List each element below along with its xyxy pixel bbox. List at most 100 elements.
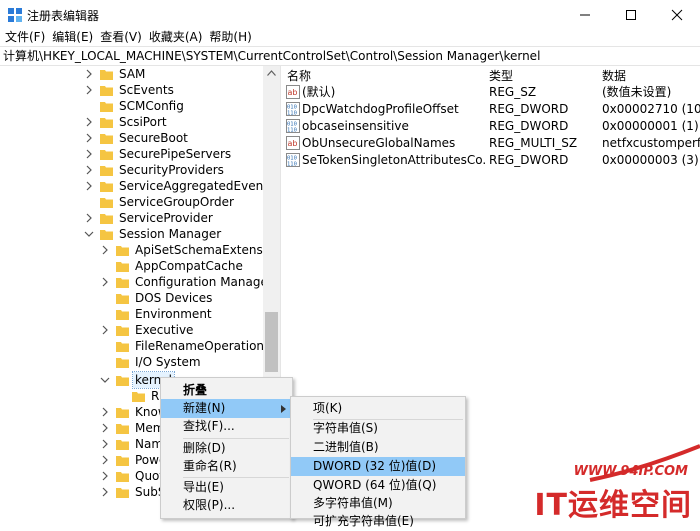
close-button[interactable] <box>654 0 700 30</box>
submenu-expandable-string-value[interactable]: 可扩充字符串值(E) <box>291 512 465 531</box>
tree-item[interactable]: Environment <box>100 306 214 322</box>
chevron-right-icon[interactable] <box>100 423 110 433</box>
tree-item[interactable]: I/O System <box>100 354 203 370</box>
window-title: 注册表编辑器 <box>27 9 100 23</box>
tree-item[interactable]: ServiceProvider <box>84 210 215 226</box>
chevron-right-icon <box>281 405 286 413</box>
menu-view[interactable]: 查看(V) <box>98 30 144 46</box>
chevron-right-icon[interactable] <box>84 85 94 95</box>
folder-icon <box>100 197 113 208</box>
binary-value-icon: 010110 <box>286 102 300 116</box>
tree-item-label: SAM <box>119 67 146 81</box>
scroll-up-icon[interactable] <box>267 70 276 76</box>
context-delete[interactable]: 删除(D) <box>161 439 292 458</box>
folder-icon <box>116 309 129 320</box>
tree-item[interactable]: ServiceGroupOrder <box>84 194 236 210</box>
value-data: netfxcustomperfc <box>602 136 700 150</box>
menu-file[interactable]: 文件(F) <box>3 30 47 46</box>
context-collapse[interactable]: 折叠 <box>161 381 292 400</box>
svg-text:ab: ab <box>288 88 298 97</box>
submenu-key[interactable]: 项(K) <box>291 399 465 418</box>
maximize-button[interactable] <box>608 0 654 30</box>
folder-icon <box>100 213 113 224</box>
tree-item[interactable]: Executive <box>100 322 195 338</box>
tree-item[interactable]: ServiceAggregatedEvents <box>84 178 276 194</box>
chevron-right-icon[interactable] <box>84 117 94 127</box>
tree-item[interactable]: SecurityProviders <box>84 162 226 178</box>
value-name: obcaseinsensitive <box>302 119 409 133</box>
chevron-down-icon[interactable] <box>84 229 94 239</box>
column-header-data[interactable]: 数据 <box>602 67 626 84</box>
chevron-right-icon[interactable] <box>84 133 94 143</box>
tree-item-label: ServiceAggregatedEvents <box>119 179 275 193</box>
context-export[interactable]: 导出(E) <box>161 478 292 497</box>
tree-item[interactable]: ScEvents <box>84 82 176 98</box>
tree-item[interactable]: DOS Devices <box>100 290 214 306</box>
address-bar[interactable]: 计算机\HKEY_LOCAL_MACHINE\SYSTEM\CurrentCon… <box>0 46 700 66</box>
column-header-type[interactable]: 类型 <box>489 67 513 84</box>
chevron-right-icon[interactable] <box>100 407 110 417</box>
submenu-dword-value[interactable]: DWORD (32 位)值(D) <box>291 457 465 476</box>
context-permissions[interactable]: 权限(P)... <box>161 496 292 515</box>
folder-icon <box>116 245 129 256</box>
chevron-right-icon[interactable] <box>100 439 110 449</box>
chevron-right-icon[interactable] <box>100 277 110 287</box>
value-row[interactable]: 010 110 SeTokenSingletonAttributesCo... R… <box>284 152 700 169</box>
svg-text:ab: ab <box>288 139 298 148</box>
column-header-name[interactable]: 名称 <box>287 67 311 84</box>
tree-item-label: ServiceProvider <box>119 211 213 225</box>
submenu-multi-string-value[interactable]: 多字符串值(M) <box>291 494 465 513</box>
value-type: REG_DWORD <box>489 153 569 167</box>
tree-item[interactable]: FileRenameOperations <box>100 338 272 354</box>
context-menu: 折叠 新建(N) 查找(F)... 删除(D) 重命名(R) 导出(E) 权限(… <box>160 377 293 519</box>
minimize-button[interactable] <box>562 0 608 30</box>
tree-item[interactable]: AppCompatCache <box>100 258 245 274</box>
scrollbar-thumb[interactable] <box>265 312 278 372</box>
tree-item[interactable]: SCMConfig <box>84 98 186 114</box>
close-icon <box>671 9 683 21</box>
chevron-right-icon[interactable] <box>84 149 94 159</box>
tree-item[interactable]: SAM <box>84 66 147 82</box>
chevron-down-icon[interactable] <box>100 375 110 385</box>
submenu-binary-value[interactable]: 二进制值(B) <box>291 438 465 457</box>
string-value-icon: ab <box>286 136 300 150</box>
new-submenu: 项(K) 字符串值(S) 二进制值(B) DWORD (32 位)值(D) QW… <box>290 396 466 528</box>
tree-item-label: ScsiPort <box>119 115 167 129</box>
string-value-icon: ab <box>286 85 300 99</box>
menu-help[interactable]: 帮助(H) <box>207 30 253 46</box>
tree-item-expanded[interactable]: Session Manager <box>84 226 223 242</box>
tree-item-label: SecurePipeServers <box>119 147 232 161</box>
tree-item[interactable]: ApiSetSchemaExtensions <box>100 242 280 258</box>
tree-item[interactable]: Configuration Manager <box>100 274 275 290</box>
menu-favorites[interactable]: 收藏夹(A) <box>147 30 205 46</box>
context-new[interactable]: 新建(N) <box>161 399 292 418</box>
submenu-qword-value[interactable]: QWORD (64 位)值(Q) <box>291 476 465 495</box>
folder-icon <box>116 357 129 368</box>
chevron-right-icon[interactable] <box>100 455 110 465</box>
value-row[interactable]: 010 110 DpcWatchdogProfileOffset REG_DWOR… <box>284 101 700 118</box>
folder-icon <box>116 277 129 288</box>
folder-open-icon <box>116 375 129 386</box>
context-find[interactable]: 查找(F)... <box>161 417 292 436</box>
context-rename[interactable]: 重命名(R) <box>161 457 292 476</box>
value-row[interactable]: 010 110 obcaseinsensitive REG_DWORD 0x000… <box>284 118 700 135</box>
menu-edit[interactable]: 编辑(E) <box>50 30 95 46</box>
value-row[interactable]: ab (默认) REG_SZ (数值未设置) <box>284 84 700 101</box>
submenu-string-value[interactable]: 字符串值(S) <box>291 419 465 438</box>
chevron-right-icon[interactable] <box>84 69 94 79</box>
tree-item[interactable]: ScsiPort <box>84 114 169 130</box>
chevron-right-icon[interactable] <box>100 325 110 335</box>
tree-item[interactable]: Powe <box>100 452 168 468</box>
chevron-right-icon[interactable] <box>84 181 94 191</box>
value-name: (默认) <box>302 85 336 99</box>
tree-item-label: SCMConfig <box>119 99 184 113</box>
tree-item[interactable]: SecurePipeServers <box>84 146 233 162</box>
chevron-right-icon[interactable] <box>100 245 110 255</box>
chevron-right-icon[interactable] <box>100 487 110 497</box>
value-row[interactable]: ab ObUnsecureGlobalNames REG_MULTI_SZ ne… <box>284 135 700 152</box>
regedit-app-icon <box>8 8 22 22</box>
chevron-right-icon[interactable] <box>100 471 110 481</box>
chevron-right-icon[interactable] <box>84 165 94 175</box>
tree-item[interactable]: SecureBoot <box>84 130 190 146</box>
chevron-right-icon[interactable] <box>84 213 94 223</box>
